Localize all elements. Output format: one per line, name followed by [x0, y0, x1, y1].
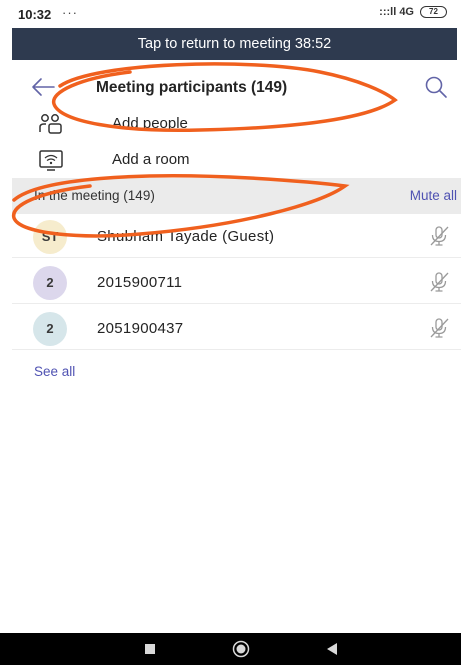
return-to-meeting-banner[interactable]: Tap to return to meeting 38:52 [12, 28, 457, 60]
status-bar: 10:32 ··· :::ll 4G 72 [0, 0, 461, 28]
status-time: 10:32 [18, 7, 52, 22]
add-people-button[interactable]: Add people [0, 106, 461, 142]
section-title: In the meeting (149) [34, 188, 155, 203]
mic-muted-icon [430, 272, 449, 292]
participant-row[interactable]: 2 2015900711 [12, 262, 461, 304]
mute-all-button[interactable]: Mute all [410, 188, 457, 203]
search-icon[interactable] [423, 74, 449, 100]
participant-name: 2051900437 [97, 320, 184, 337]
add-room-label: Add a room [112, 151, 190, 168]
avatar: 2 [33, 266, 67, 300]
status-indicators: :::ll 4G 72 [379, 6, 447, 18]
in-meeting-section-header: In the meeting (149) Mute all [12, 178, 461, 214]
add-room-button[interactable]: Add a room [0, 142, 461, 178]
participant-row[interactable]: 2 2051900437 [12, 308, 461, 350]
signal-icon: :::ll 4G [379, 6, 414, 18]
avatar: 2 [33, 312, 67, 346]
participant-name: 2015900711 [97, 274, 183, 291]
add-people-icon [39, 114, 62, 134]
mic-muted-icon [430, 226, 449, 246]
notification-dots-icon: ··· [62, 5, 78, 20]
mic-muted-icon [430, 318, 449, 338]
see-all-link[interactable]: See all [34, 364, 75, 379]
battery-icon: 72 [420, 6, 447, 18]
participant-name: Shubham Tayade (Guest) [97, 228, 275, 245]
home-icon[interactable] [231, 639, 251, 659]
back-nav-icon[interactable] [322, 639, 342, 659]
back-arrow-icon[interactable] [30, 74, 56, 100]
room-cast-icon [39, 150, 63, 171]
add-people-label: Add people [112, 115, 188, 132]
avatar: ST [33, 220, 67, 254]
participant-row[interactable]: ST Shubham Tayade (Guest) [12, 216, 461, 258]
page-title: Meeting participants (149) [96, 79, 288, 96]
system-nav-bar [0, 633, 461, 665]
recent-apps-icon[interactable] [140, 639, 160, 659]
